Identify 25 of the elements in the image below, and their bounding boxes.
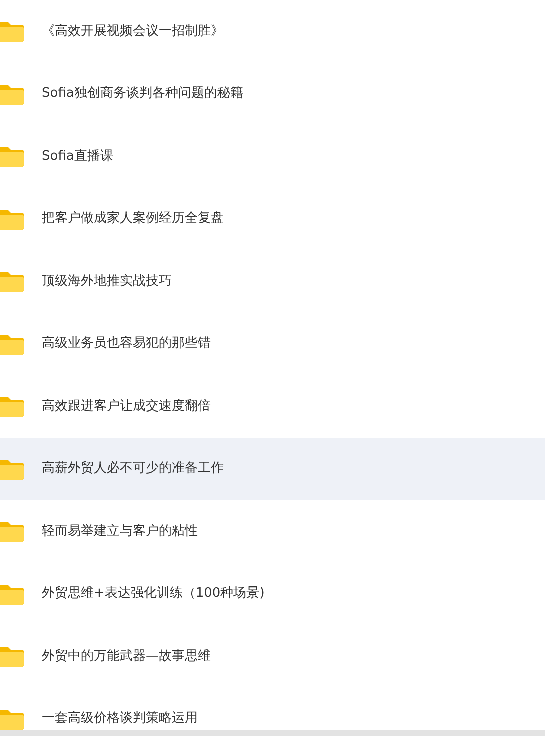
folder-name: 轻而易举建立与客户的粘性 [42, 522, 198, 540]
folder-name: 外贸思维+表达强化训练（100种场景) [42, 585, 265, 603]
folder-name: 高薪外贸人必不可少的准备工作 [42, 460, 224, 478]
folder-icon [0, 395, 24, 418]
folder-icon [0, 145, 24, 168]
folder-name: 《高效开展视频会议一招制胜》 [42, 22, 224, 40]
folder-icon [0, 20, 24, 42]
folder-icon [0, 270, 24, 292]
folder-icon [0, 332, 24, 355]
folder-icon [0, 582, 24, 605]
folder-name: Sofia直播课 [42, 148, 114, 166]
folder-icon [0, 208, 24, 230]
folder-name: 高效跟进客户让成交速度翻倍 [42, 398, 211, 416]
folder-name: 外贸中的万能武器—故事思维 [42, 648, 211, 666]
folder-icon [0, 645, 24, 668]
folder-icon [0, 82, 24, 105]
folder-name: 把客户做成家人案例经历全复盘 [42, 210, 224, 228]
folder-icon [0, 520, 24, 542]
folder-name: 一套高级价格谈判策略运用 [42, 710, 198, 728]
folder-icon [0, 458, 24, 480]
folder-name: 高级业务员也容易犯的那些错 [42, 335, 211, 353]
folder-name: 顶级海外地推实战技巧 [42, 272, 172, 290]
folder-name: Sofia独创商务谈判各种问题的秘籍 [42, 85, 244, 103]
folder-icon [0, 708, 24, 730]
folder-row[interactable]: 高薪外贸人必不可少的准备工作 [0, 438, 545, 500]
